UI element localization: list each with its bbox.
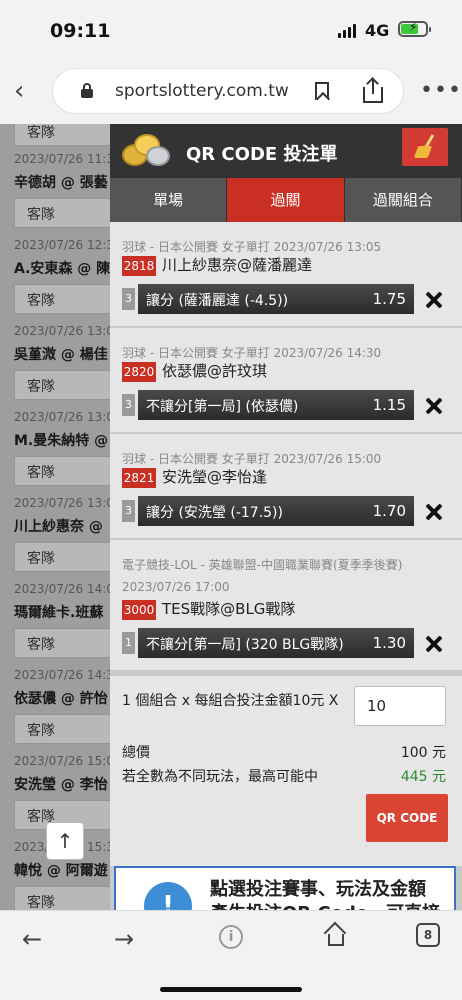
bet-item: 羽球 - 日本公開賽 女子單打 2023/07/26 13:05 2818 川上紗惠… bbox=[110, 222, 462, 328]
more-icon[interactable]: ••• bbox=[420, 78, 462, 103]
clear-slip-button[interactable] bbox=[402, 128, 448, 166]
info-icon: ! bbox=[144, 882, 192, 910]
background-dim-overlay bbox=[0, 124, 115, 910]
bet-match: 安洗瑩@李怡逢 bbox=[162, 468, 268, 486]
panel-header: QR CODE 投注單 bbox=[110, 124, 462, 178]
forward-arrow-icon[interactable]: → bbox=[114, 925, 134, 953]
notice-text: 點選投注賽事、玩法及金額 產生投注QR Code，可直接 bbox=[210, 878, 440, 910]
bet-code: 2821 bbox=[122, 468, 156, 488]
battery-icon: ⚡ bbox=[398, 20, 431, 37]
bet-selection-bar: 不讓分[第一局] (依瑟儂) 1.15 bbox=[138, 390, 414, 420]
bet-group-number: 1 bbox=[122, 632, 135, 654]
remove-icon[interactable] bbox=[426, 636, 442, 652]
bet-pick: 不讓分[第一局] (依瑟儂) bbox=[146, 399, 299, 415]
bet-pick: 讓分 (薩潘麗達 (-4.5)) bbox=[146, 293, 289, 309]
browser-address-area: ‹ sportslottery.com.tw ••• bbox=[0, 62, 462, 124]
background-match-list: 客隊 2023/07/26 11:3 辛德胡 @ 張藝 客隊 2023/07/26 12… bbox=[0, 124, 115, 910]
tab-parlay-combo[interactable]: 過關組合 bbox=[344, 178, 462, 222]
bet-odds: 1.75 bbox=[372, 290, 406, 308]
qr-code-button[interactable]: QR CODE bbox=[366, 794, 448, 842]
bet-list: 羽球 - 日本公開賽 女子單打 2023/07/26 13:05 2818 川上紗惠… bbox=[110, 222, 462, 672]
tabs-icon[interactable]: 8 bbox=[416, 923, 440, 947]
bet-type-tabs: 單場 過關 過關組合 bbox=[110, 178, 462, 222]
bet-code: 2818 bbox=[122, 256, 156, 276]
bet-item: 羽球 - 日本公開賽 女子單打 2023/07/26 15:00 2821 安洗瑩@… bbox=[110, 434, 462, 540]
combo-text: 1 個組合 x 每組合投注金額10元 X bbox=[122, 693, 339, 709]
max-win-value: 445 元 bbox=[400, 769, 446, 785]
bet-match: 川上紗惠奈@薩潘麗達 bbox=[162, 256, 313, 274]
bet-group-number: 3 bbox=[122, 500, 135, 522]
qr-bet-slip-panel: QR CODE 投注單 單場 過關 過關組合 羽球 - 日本公開賽 女子單打 2… bbox=[110, 124, 462, 910]
bet-summary: 1 個組合 x 每組合投注金額10元 X 總價 100 元 若全數為不同玩法，最… bbox=[110, 676, 462, 866]
signal-icon bbox=[338, 24, 356, 38]
share-icon[interactable] bbox=[363, 79, 383, 103]
up-arrow-icon: ↑ bbox=[56, 829, 74, 853]
back-chevron-icon[interactable]: ‹ bbox=[14, 76, 24, 106]
bet-date: 2023/07/26 17:00 bbox=[122, 580, 230, 594]
remove-icon[interactable] bbox=[426, 398, 442, 414]
bet-item: 羽球 - 日本公開賽 女子單打 2023/07/26 14:30 2820 依瑟儂@… bbox=[110, 328, 462, 434]
url-text[interactable]: sportslottery.com.tw bbox=[115, 81, 289, 101]
notice-area: ! 點選投注賽事、玩法及金額 產生投注QR Code，可直接 bbox=[110, 866, 462, 910]
bet-league: 電子競技-LOL - 英雄聯盟-中國職業聯賽(夏季季後賽) bbox=[122, 558, 403, 572]
notice-box: ! 點選投注賽事、玩法及金額 產生投注QR Code，可直接 bbox=[114, 866, 456, 910]
page-info-icon[interactable]: i bbox=[219, 925, 243, 949]
panel-title: QR CODE 投注單 bbox=[186, 144, 338, 165]
bet-odds: 1.70 bbox=[372, 502, 406, 520]
bet-pick: 讓分 (安洗瑩 (-17.5)) bbox=[146, 505, 283, 521]
bet-selection-bar: 不讓分[第一局] (320 BLG戰隊) 1.30 bbox=[138, 628, 414, 658]
bet-league: 羽球 - 日本公開賽 女子單打 2023/07/26 14:30 bbox=[122, 346, 382, 360]
home-icon[interactable] bbox=[323, 921, 347, 947]
notice-line-2: 產生投注QR Code，可直接 bbox=[210, 902, 440, 910]
bet-selection-bar: 讓分 (安洗瑩 (-17.5)) 1.70 bbox=[138, 496, 414, 526]
bet-match: TES戰隊@BLG戰隊 bbox=[162, 600, 296, 618]
status-time: 09:11 bbox=[50, 20, 111, 42]
bet-odds: 1.30 bbox=[372, 634, 406, 652]
bet-item: 電子競技-LOL - 英雄聯盟-中國職業聯賽(夏季季後賽) 2023/07/26 … bbox=[110, 540, 462, 672]
bet-group-number: 3 bbox=[122, 394, 135, 416]
amount-input[interactable] bbox=[354, 686, 446, 726]
coins-icon bbox=[120, 130, 172, 170]
bet-code: 3000 bbox=[122, 600, 156, 620]
broom-icon bbox=[413, 134, 435, 160]
remove-icon[interactable] bbox=[426, 292, 442, 308]
bet-league: 羽球 - 日本公開賽 女子單打 2023/07/26 13:05 bbox=[122, 240, 382, 254]
bet-code: 2820 bbox=[122, 362, 156, 382]
scroll-top-button[interactable]: ↑ bbox=[46, 822, 84, 860]
tab-parlay[interactable]: 過關 bbox=[227, 178, 345, 222]
bet-league: 羽球 - 日本公開賽 女子單打 2023/07/26 15:00 bbox=[122, 452, 382, 466]
lock-icon bbox=[81, 83, 93, 98]
total-label: 總價 bbox=[122, 745, 150, 761]
url-bar[interactable]: sportslottery.com.tw bbox=[52, 68, 404, 114]
bet-odds: 1.15 bbox=[372, 396, 406, 414]
home-indicator bbox=[160, 987, 302, 992]
remove-icon[interactable] bbox=[426, 504, 442, 520]
browser-toolbar: ← → i 8 bbox=[0, 910, 462, 1000]
max-win-label: 若全數為不同玩法，最高可能中 bbox=[122, 769, 318, 785]
network-label: 4G bbox=[365, 21, 390, 40]
notice-line-1: 點選投注賽事、玩法及金額 bbox=[210, 879, 426, 900]
back-arrow-icon[interactable]: ← bbox=[22, 925, 42, 953]
bet-selection-bar: 讓分 (薩潘麗達 (-4.5)) 1.75 bbox=[138, 284, 414, 314]
bet-match: 依瑟儂@許玟琪 bbox=[162, 362, 268, 380]
bookmark-icon[interactable] bbox=[315, 82, 329, 100]
tab-single[interactable]: 單場 bbox=[110, 178, 228, 222]
status-bar: 09:11 4G ⚡ bbox=[0, 0, 462, 62]
bet-group-number: 3 bbox=[122, 288, 135, 310]
total-value: 100 元 bbox=[400, 745, 446, 761]
bet-pick: 不讓分[第一局] (320 BLG戰隊) bbox=[146, 637, 344, 653]
